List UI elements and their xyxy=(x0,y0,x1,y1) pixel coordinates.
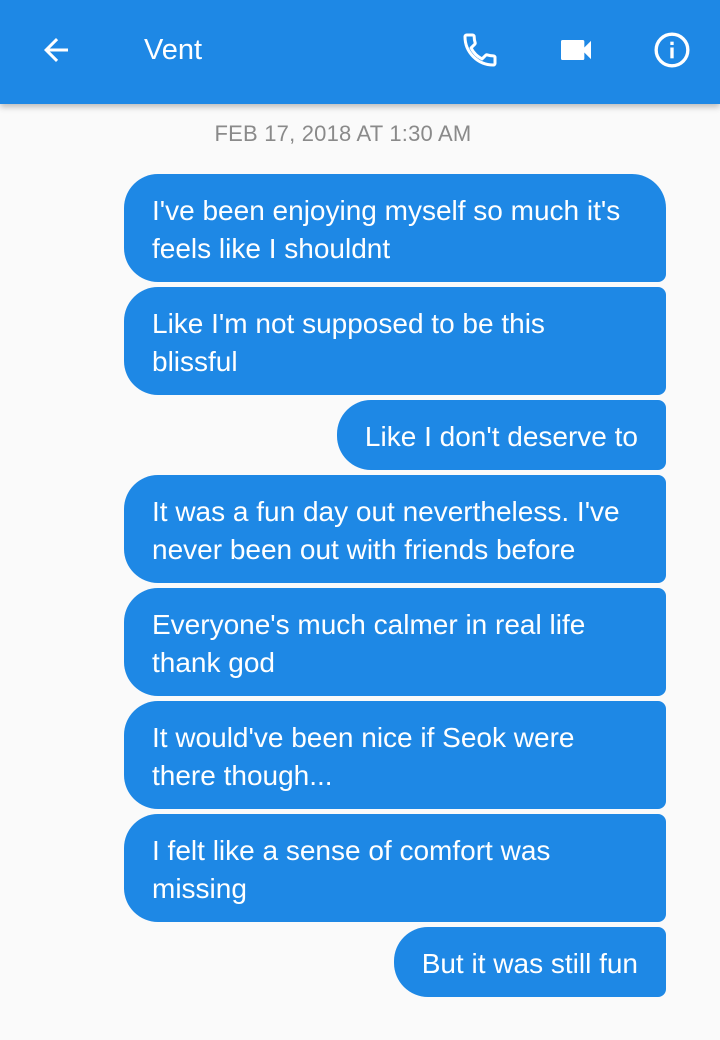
message-bubble[interactable]: I felt like a sense of comfort was missi… xyxy=(124,814,666,922)
back-button[interactable] xyxy=(28,22,84,78)
info-icon xyxy=(654,32,690,68)
video-call-button[interactable] xyxy=(548,22,604,78)
message-bubble[interactable]: Everyone's much calmer in real life than… xyxy=(124,588,666,696)
message-timestamp: FEB 17, 2018 AT 1:30 AM xyxy=(214,121,472,146)
message-bubble[interactable]: Like I'm not supposed to be this blissfu… xyxy=(124,287,666,395)
call-button[interactable] xyxy=(452,22,508,78)
messenger-conversation: Vent FEB 17, 2018 AT 1:30 AM I've been e… xyxy=(0,0,720,1040)
message-bubble[interactable]: Like I don't deserve to xyxy=(336,400,666,470)
message-bubble[interactable]: I've been enjoying myself so much it's f… xyxy=(124,174,666,282)
message-thread: I've been enjoying myself so much it's f… xyxy=(106,174,666,1002)
app-bar: Vent xyxy=(0,0,720,104)
message-bubble[interactable]: But it was still fun xyxy=(393,927,666,997)
arrow-back-icon xyxy=(44,38,68,62)
message-bubble[interactable]: It would've been nice if Seok were there… xyxy=(124,701,666,809)
conversation-title: Vent xyxy=(144,34,203,66)
video-camera-icon xyxy=(561,40,591,60)
info-button[interactable] xyxy=(644,22,700,78)
message-bubble[interactable]: It was a fun day out nevertheless. I've … xyxy=(124,475,666,583)
phone-icon xyxy=(463,33,497,67)
